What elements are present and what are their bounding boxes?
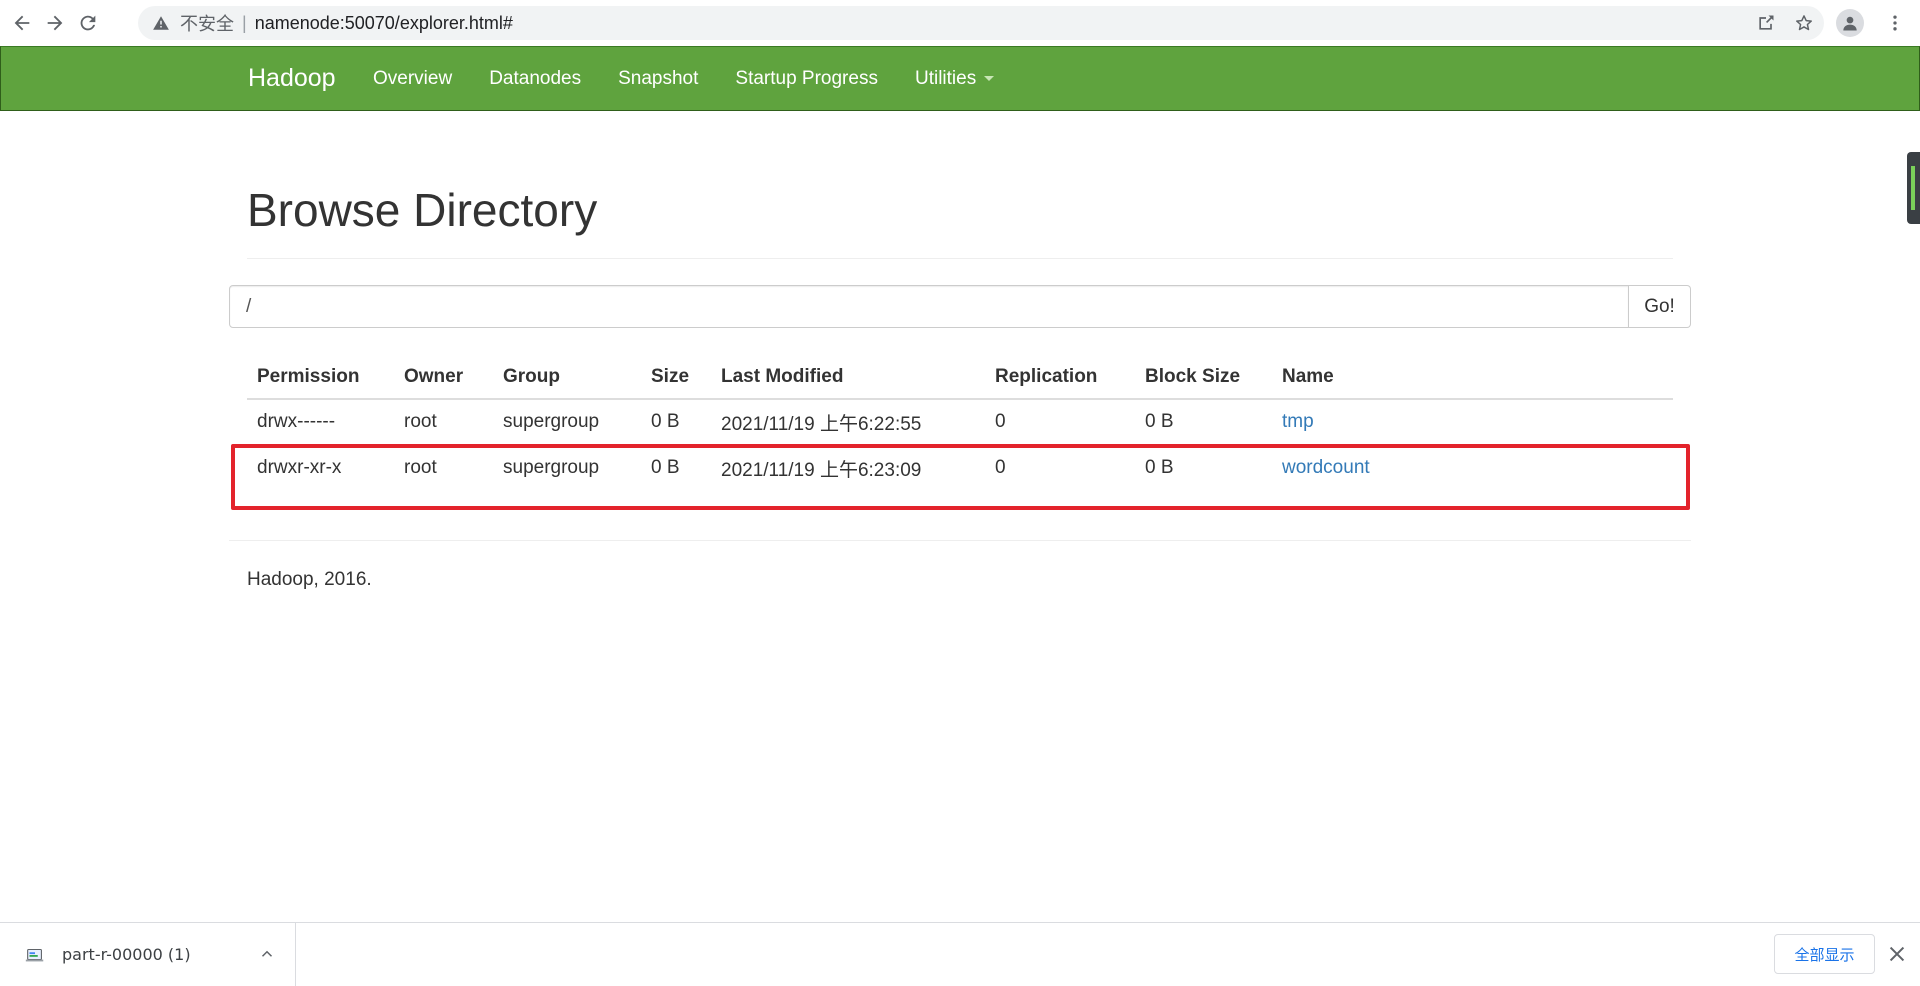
- omnibox-actions: [1756, 6, 1814, 40]
- cell-last-modified: 2021/11/19 上午6:23:09: [711, 444, 985, 491]
- download-item[interactable]: part-r-00000 (1): [0, 923, 296, 986]
- dir-link-tmp[interactable]: tmp: [1282, 411, 1314, 432]
- go-button[interactable]: Go!: [1629, 285, 1691, 328]
- nav-utilities-dropdown[interactable]: Utilities: [914, 67, 995, 90]
- cell-group: supergroup: [493, 398, 641, 445]
- column-header-name[interactable]: Name: [1272, 355, 1673, 400]
- browser-toolbar: 不安全 | namenode:50070/explorer.html#: [0, 0, 1920, 46]
- browser-menu-button[interactable]: [1880, 8, 1910, 38]
- hadoop-navbar: Hadoop Overview Datanodes Snapshot Start…: [0, 46, 1920, 111]
- footer-divider: [229, 540, 1691, 541]
- caret-down-icon: [984, 75, 995, 81]
- url-separator: |: [242, 12, 247, 33]
- cell-permission: drwx------: [247, 398, 394, 445]
- file-icon: [25, 948, 44, 961]
- arrow-left-icon: [14, 15, 30, 31]
- share-icon[interactable]: [1756, 13, 1776, 33]
- cell-name: tmp: [1272, 398, 1673, 445]
- column-header-block-size[interactable]: Block Size: [1135, 355, 1272, 400]
- nav-startup-progress[interactable]: Startup Progress: [735, 68, 878, 90]
- brand-link[interactable]: Hadoop: [248, 64, 336, 93]
- footer-text: Hadoop, 2016.: [247, 569, 372, 590]
- path-input[interactable]: [229, 285, 1629, 328]
- nav-datanodes[interactable]: Datanodes: [489, 68, 581, 90]
- column-header-group[interactable]: Group: [493, 355, 641, 400]
- path-form: Go!: [229, 285, 1691, 328]
- cell-owner: root: [394, 444, 493, 491]
- column-header-size[interactable]: Size: [641, 355, 711, 400]
- arrow-right-icon: [47, 15, 63, 31]
- table-row: drwxr-xr-x root supergroup 0 B 2021/11/1…: [247, 444, 1673, 491]
- cell-group: supergroup: [493, 444, 641, 491]
- file-table: Permission Owner Group Size Last Modifie…: [247, 355, 1673, 491]
- cell-replication: 0: [985, 398, 1135, 445]
- table-header-row: Permission Owner Group Size Last Modifie…: [247, 355, 1673, 400]
- close-icon[interactable]: [1886, 943, 1908, 965]
- profile-avatar[interactable]: [1836, 9, 1864, 37]
- nav-overview[interactable]: Overview: [373, 68, 452, 90]
- more-vert-icon: [1893, 15, 1897, 31]
- cell-size: 0 B: [641, 398, 711, 445]
- cell-block-size: 0 B: [1135, 444, 1272, 491]
- url-text[interactable]: namenode:50070/explorer.html#: [255, 13, 513, 34]
- title-divider: [247, 258, 1673, 259]
- nav-snapshot[interactable]: Snapshot: [618, 68, 698, 90]
- table-row: drwx------ root supergroup 0 B 2021/11/1…: [247, 398, 1673, 445]
- side-panel-handle[interactable]: [1907, 152, 1920, 224]
- level-meter-icon: [1911, 166, 1915, 210]
- address-bar[interactable]: 不安全 | namenode:50070/explorer.html#: [138, 6, 1824, 40]
- cell-owner: root: [394, 398, 493, 445]
- star-icon[interactable]: [1794, 13, 1814, 33]
- download-bar: part-r-00000 (1) 全部显示: [0, 922, 1920, 986]
- security-label: 不安全: [180, 14, 234, 34]
- warning-icon: [153, 16, 169, 30]
- column-header-replication[interactable]: Replication: [985, 355, 1135, 400]
- column-header-permission[interactable]: Permission: [247, 355, 394, 400]
- chevron-up-icon[interactable]: [258, 945, 276, 963]
- reload-button[interactable]: [68, 3, 108, 43]
- cell-name: wordcount: [1272, 444, 1673, 491]
- reload-icon: [80, 15, 96, 31]
- show-all-downloads-button[interactable]: 全部显示: [1774, 934, 1875, 974]
- cell-permission: drwxr-xr-x: [247, 444, 394, 491]
- cell-replication: 0: [985, 444, 1135, 491]
- column-header-owner[interactable]: Owner: [394, 355, 493, 400]
- download-file-name: part-r-00000 (1): [62, 945, 191, 964]
- column-header-last-modified[interactable]: Last Modified: [711, 355, 985, 400]
- cell-size: 0 B: [641, 444, 711, 491]
- cell-block-size: 0 B: [1135, 398, 1272, 445]
- nav-utilities-label: Utilities: [914, 67, 977, 89]
- cell-last-modified: 2021/11/19 上午6:22:55: [711, 398, 985, 445]
- person-icon: [1843, 16, 1857, 31]
- nav-links: Overview Datanodes Snapshot Startup Prog…: [373, 47, 1031, 110]
- page-title: Browse Directory: [247, 184, 598, 236]
- dir-link-wordcount[interactable]: wordcount: [1282, 457, 1370, 478]
